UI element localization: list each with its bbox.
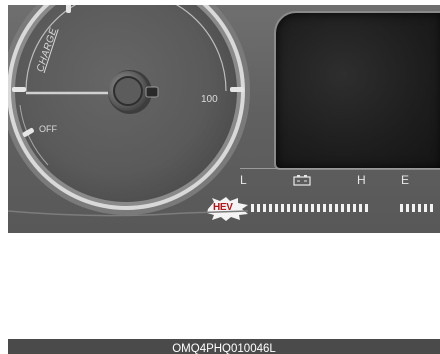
bar-segment xyxy=(412,204,415,212)
bar-segment xyxy=(317,204,320,212)
lcd-display xyxy=(274,11,440,170)
fuel-level-bar xyxy=(400,204,433,212)
instrument-cluster: CHARGE 100 OFF L H E HEV xyxy=(8,5,440,233)
illustration-frame: CHARGE 100 OFF L H E HEV OMQ4PHQ010046L xyxy=(8,5,440,354)
bar-segment xyxy=(335,204,338,212)
bar-segment xyxy=(269,204,272,212)
bar-segment xyxy=(341,204,344,212)
max-value-label: 100 xyxy=(201,94,218,105)
bar-segment xyxy=(424,204,427,212)
bar-segment xyxy=(263,204,266,212)
bar-segment xyxy=(293,204,296,212)
off-label: OFF xyxy=(39,124,57,134)
bar-segment xyxy=(257,204,260,212)
bar-segment xyxy=(287,204,290,212)
gauge-needle-tail xyxy=(145,86,159,98)
gauge-tick-left xyxy=(12,87,26,92)
figure-caption: OMQ4PHQ010046L xyxy=(8,339,440,354)
bar-segment xyxy=(347,204,350,212)
bar-segment xyxy=(400,204,403,212)
bar-segment xyxy=(430,204,433,212)
lower-bezel xyxy=(8,210,248,217)
bar-segment xyxy=(251,204,254,212)
bar-segment xyxy=(275,204,278,212)
temp-low-label: L xyxy=(240,173,248,187)
bar-segment xyxy=(406,204,409,212)
temp-high-label: H xyxy=(357,173,367,187)
battery-level-bar xyxy=(251,204,368,212)
bar-segment xyxy=(281,204,284,212)
bar-segment xyxy=(365,204,368,212)
bar-segment xyxy=(329,204,332,212)
fuel-empty-label: E xyxy=(401,173,410,187)
bar-segment xyxy=(418,204,421,212)
bar-segment xyxy=(359,204,362,212)
bar-segment xyxy=(323,204,326,212)
gauge-tick-top xyxy=(66,5,71,13)
bar-segment xyxy=(305,204,308,212)
panel-divider-line xyxy=(240,168,440,169)
battery-icon xyxy=(293,175,311,186)
bar-segment xyxy=(299,204,302,212)
gauge-tick-right xyxy=(230,87,244,92)
bar-segment xyxy=(311,204,314,212)
bar-segment xyxy=(353,204,356,212)
